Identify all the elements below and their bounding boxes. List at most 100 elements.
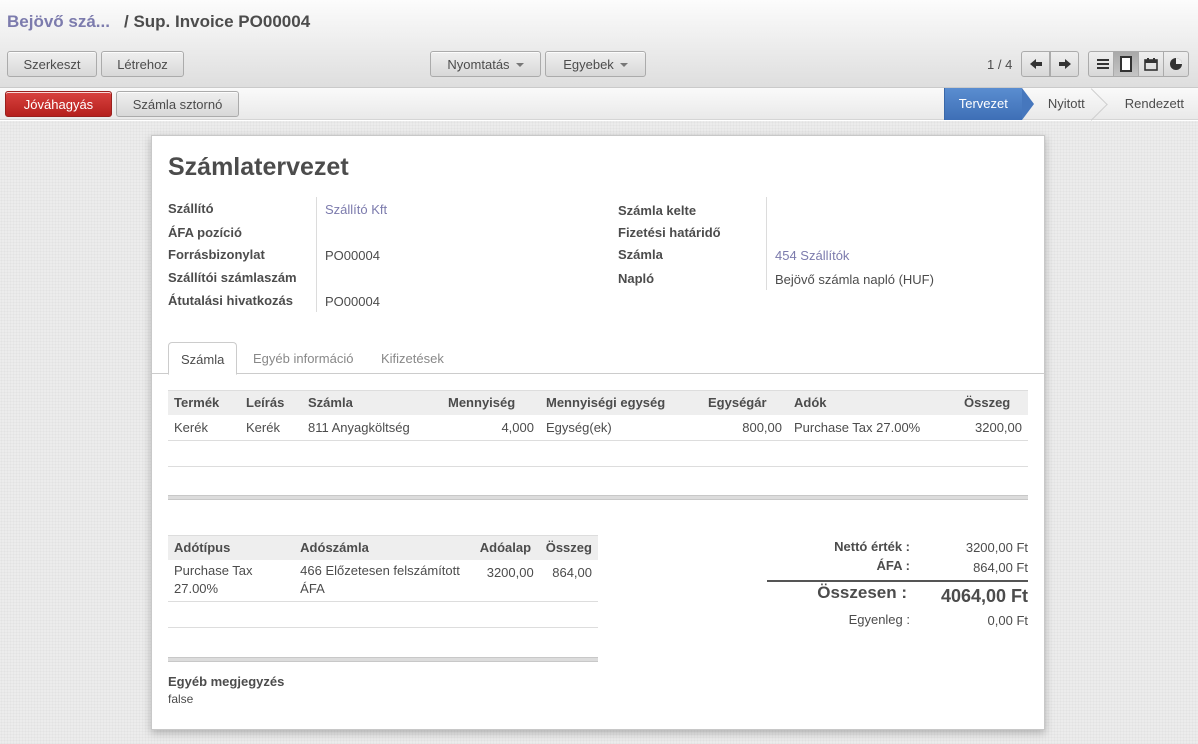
print-label: Nyomtatás xyxy=(447,56,510,72)
field-label-due-date: Fizetési határidő xyxy=(618,225,721,240)
page-title: Sup. Invoice PO00004 xyxy=(133,12,311,31)
arrow-right-icon xyxy=(1058,59,1071,69)
cancel-invoice-button[interactable]: Számla sztornó xyxy=(116,91,239,117)
cell-unit-price: 800,00 xyxy=(702,414,788,441)
column-header[interactable]: Összeg xyxy=(958,390,1028,415)
field-label-account: Számla xyxy=(618,247,663,262)
form-view-icon xyxy=(1120,56,1132,72)
column-header[interactable]: Mennyiség xyxy=(442,390,540,415)
field-value-account[interactable]: 454 Szállítók xyxy=(775,248,849,263)
column-header[interactable]: Adóalap xyxy=(473,535,540,560)
total-amount-value: 4064,00 Ft xyxy=(940,586,1028,606)
breadcrumb-separator: / xyxy=(123,12,129,31)
cell-tax-amount: 864,00 xyxy=(539,559,598,602)
calendar-view-icon xyxy=(1144,58,1158,71)
notes-value: false xyxy=(168,692,194,706)
balance-value: 0,00 Ft xyxy=(987,613,1028,628)
field-value-payment-reference: PO00004 xyxy=(325,294,380,309)
form-view-button[interactable] xyxy=(1113,51,1139,77)
form-sheet: Számlatervezet Szállító Szállító Kft ÁFA… xyxy=(151,135,1046,730)
cell-taxes: Purchase Tax 27.00% xyxy=(788,414,958,441)
column-header[interactable]: Egységár xyxy=(702,390,788,415)
column-header[interactable]: Mennyiségi egység xyxy=(540,390,702,415)
net-amount-label: Nettó érték : xyxy=(834,539,910,554)
vat-amount-label: ÁFA : xyxy=(876,558,910,573)
tax-table: Adótípus Adószámla Adóalap Összeg Purcha… xyxy=(168,535,598,628)
previous-record-button[interactable] xyxy=(1021,51,1050,77)
column-header[interactable]: Adók xyxy=(788,390,958,415)
totals-divider xyxy=(767,580,1028,582)
total-amount-label: Összesen : xyxy=(817,583,907,602)
vat-amount-value: 864,00 Ft xyxy=(973,560,1028,575)
breadcrumb: Bejövő szá... / Sup. Invoice PO00004 xyxy=(7,12,310,32)
caret-down-icon xyxy=(515,63,524,67)
field-label-supplier: Szállító xyxy=(168,201,214,216)
column-header[interactable]: Számla xyxy=(302,390,442,415)
empty-cell xyxy=(168,601,598,628)
column-header[interactable]: Összeg xyxy=(539,535,598,560)
column-header[interactable]: Termék xyxy=(168,390,240,415)
cell-quantity: 4,000 xyxy=(442,414,540,441)
status-step-draft: Tervezet xyxy=(943,88,1035,120)
tab-other-info[interactable]: Egyéb információ xyxy=(241,342,365,375)
cell-product: Kerék xyxy=(168,414,240,441)
notes-label: Egyéb megjegyzés xyxy=(168,674,285,689)
field-label-payment-reference: Átutalási hivatkozás xyxy=(168,293,293,308)
cell-description: Kerék xyxy=(240,414,302,441)
tax-table-footer-rule xyxy=(168,657,598,662)
cell-tax-base: 3200,00 xyxy=(473,559,540,602)
more-label: Egyebek xyxy=(563,56,614,72)
field-divider-right xyxy=(766,197,767,290)
edit-button[interactable]: Szerkeszt xyxy=(7,51,97,77)
cell-tax-type: Purchase Tax 27.00% xyxy=(168,559,295,602)
status-bar: Jóváhagyás Számla sztornó Tervezet Nyito… xyxy=(0,88,1198,120)
notebook-tabs: Számla Egyéb információ Kifizetések xyxy=(152,342,1046,375)
field-label-source-document: Forrásbizonylat xyxy=(168,247,265,262)
column-header[interactable]: Adószámla xyxy=(294,535,474,560)
more-dropdown[interactable]: Egyebek xyxy=(545,51,646,77)
field-label-invoice-date: Számla kelte xyxy=(618,203,697,218)
field-label-fiscal-position: ÁFA pozíció xyxy=(168,225,242,240)
table-row-empty xyxy=(168,601,598,628)
balance-label: Egyenleg : xyxy=(848,612,910,627)
status-step-open: Nyitott xyxy=(1022,88,1105,120)
approve-button[interactable]: Jóváhagyás xyxy=(5,91,112,117)
field-label-journal: Napló xyxy=(618,271,655,286)
status-steps: Tervezet Nyitott Rendezett xyxy=(943,88,1198,120)
table-row-empty xyxy=(168,440,1028,467)
cell-account: 811 Anyagköltség xyxy=(302,414,442,441)
print-dropdown[interactable]: Nyomtatás xyxy=(430,51,541,77)
cell-uom: Egység(ek) xyxy=(540,414,702,441)
empty-cell xyxy=(168,440,1028,467)
table-row[interactable]: Kerék Kerék 811 Anyagköltség 4,000 Egysé… xyxy=(168,414,1028,441)
status-step-paid: Rendezett xyxy=(1124,96,1184,111)
table-row[interactable]: Purchase Tax 27.00% 466 Előzetesen felsz… xyxy=(168,559,598,602)
calendar-view-button[interactable] xyxy=(1138,51,1164,77)
cell-tax-account: 466 Előzetesen felszámított ÁFA xyxy=(294,559,474,602)
graph-view-button[interactable] xyxy=(1163,51,1189,77)
tab-payments[interactable]: Kifizetések xyxy=(369,342,456,375)
invoice-lines-table: Termék Leírás Számla Mennyiség Mennyiség… xyxy=(168,390,1028,467)
breadcrumb-parent-link[interactable]: Bejövő szá... xyxy=(7,12,110,31)
tab-invoice[interactable]: Számla xyxy=(168,342,238,375)
field-value-source-document: PO00004 xyxy=(325,248,380,263)
table-header-row: Termék Leírás Számla Mennyiség Mennyiség… xyxy=(168,390,1028,415)
pie-chart-icon xyxy=(1170,58,1182,70)
next-record-button[interactable] xyxy=(1050,51,1079,77)
column-header[interactable]: Leírás xyxy=(240,390,302,415)
table-footer-rule xyxy=(168,495,1028,500)
table-header-row: Adótípus Adószámla Adóalap Összeg xyxy=(168,535,598,560)
field-label-supplier-invoice-number: Szállítói számlaszám xyxy=(168,270,297,285)
create-button[interactable]: Létrehoz xyxy=(101,51,184,77)
pager-counter: 1 / 4 xyxy=(987,57,1013,72)
top-header: Bejövő szá... / Sup. Invoice PO00004 Szer… xyxy=(0,0,1198,88)
field-value-supplier[interactable]: Szállító Kft xyxy=(325,202,387,217)
column-header[interactable]: Adótípus xyxy=(168,535,295,560)
caret-down-icon xyxy=(619,63,628,67)
cell-amount: 3200,00 xyxy=(958,414,1028,441)
form-title: Számlatervezet xyxy=(168,153,349,181)
net-amount-value: 3200,00 Ft xyxy=(965,540,1028,555)
arrow-left-icon xyxy=(1029,59,1042,69)
field-value-journal: Bejövő számla napló (HUF) xyxy=(775,272,934,287)
field-divider-left xyxy=(316,197,317,312)
